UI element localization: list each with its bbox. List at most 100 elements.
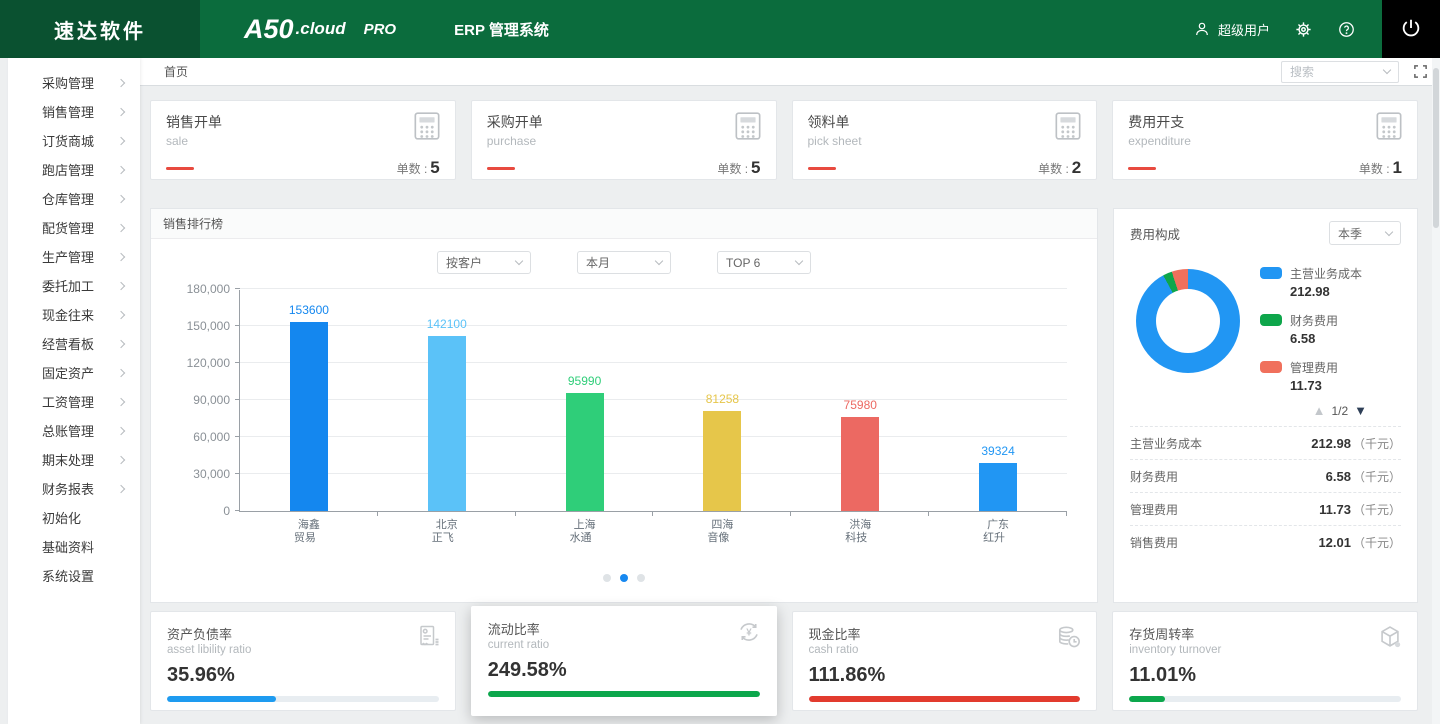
logo-box: 速达软件 xyxy=(0,0,200,58)
expense-row-label: 销售费用 xyxy=(1130,534,1178,551)
sidebar-item[interactable]: 委托加工 xyxy=(8,271,140,300)
sidebar-item[interactable]: 订货商城 xyxy=(8,126,140,155)
chevron-down-icon xyxy=(1385,227,1393,235)
x-axis-label: 上海水通 xyxy=(516,519,654,545)
count-label: 单数 : xyxy=(717,162,748,176)
kpi-subtitle: inventory turnover xyxy=(1129,644,1401,656)
bar[interactable] xyxy=(703,411,741,511)
pager-up-icon[interactable]: ▲ xyxy=(1313,403,1326,418)
sidebar-item-label: 期末处理 xyxy=(42,450,118,469)
count-value: 1 xyxy=(1393,158,1402,177)
accent-dash xyxy=(1128,167,1156,170)
sidebar-item[interactable]: 经营看板 xyxy=(8,329,140,358)
carousel-dot[interactable] xyxy=(603,574,611,582)
sidebar: 采购管理销售管理订货商城跑店管理仓库管理配货管理生产管理委托加工现金往来经营看板… xyxy=(8,58,140,724)
sidebar-item[interactable]: 仓库管理 xyxy=(8,184,140,213)
kpi-card[interactable]: 存货周转率inventory turnover11.01% xyxy=(1112,611,1418,711)
legend-value: 212.98 xyxy=(1290,284,1362,299)
expense-row-label: 主营业务成本 xyxy=(1130,435,1202,452)
bar-value-label: 95990 xyxy=(568,374,601,388)
logout-power-button[interactable] xyxy=(1382,0,1440,58)
x-axis-tick xyxy=(790,511,791,516)
sidebar-item[interactable]: 跑店管理 xyxy=(8,155,140,184)
system-title: ERP 管理系统 xyxy=(454,19,549,40)
sidebar-item-label: 财务报表 xyxy=(42,479,118,498)
sidebar-item-label: 委托加工 xyxy=(42,276,118,295)
sidebar-item[interactable]: 工资管理 xyxy=(8,387,140,416)
product-name: A50 xyxy=(244,14,294,45)
kpi-card[interactable]: 流动比率current ratio¥249.58% xyxy=(471,606,777,716)
bar[interactable] xyxy=(290,322,328,511)
x-axis-label: 北京正飞 xyxy=(378,519,516,545)
chevron-right-icon xyxy=(117,194,125,202)
chart-filter-select[interactable]: 本月 xyxy=(577,251,671,274)
chevron-right-icon xyxy=(117,368,125,376)
chevron-right-icon xyxy=(117,78,125,86)
sidebar-item[interactable]: 基础资料 xyxy=(8,532,140,561)
calculator-icon xyxy=(414,112,440,148)
kpi-progress xyxy=(1129,696,1401,702)
legend-swatch xyxy=(1260,267,1282,279)
bar[interactable] xyxy=(841,417,879,511)
chart-filter-select[interactable]: TOP 6 xyxy=(717,251,811,274)
dashboard: 销售开单sale单数 :5采购开单purchase单数 :5领料单pick sh… xyxy=(140,86,1440,724)
carousel-dot[interactable] xyxy=(637,574,645,582)
stat-card[interactable]: 采购开单purchase单数 :5 xyxy=(471,100,777,180)
sidebar-item[interactable]: 采购管理 xyxy=(8,68,140,97)
y-axis-label: 90,000 xyxy=(148,393,230,407)
sidebar-item-label: 跑店管理 xyxy=(42,160,118,179)
scrollbar-thumb[interactable] xyxy=(1433,68,1439,228)
stat-card[interactable]: 费用开支expenditure单数 :1 xyxy=(1112,100,1418,180)
expense-row-unit: （千元） xyxy=(1353,437,1401,451)
stat-card[interactable]: 销售开单sale单数 :5 xyxy=(150,100,456,180)
expense-row: 管理费用11.73（千元） xyxy=(1130,492,1401,525)
sidebar-item[interactable]: 配货管理 xyxy=(8,213,140,242)
legend-item: 主营业务成本212.98 xyxy=(1260,265,1362,299)
period-select[interactable]: 本季 xyxy=(1329,221,1401,245)
bar[interactable] xyxy=(979,463,1017,511)
sidebar-item[interactable]: 系统设置 xyxy=(8,561,140,590)
kpi-value: 249.58% xyxy=(488,659,760,682)
pager-down-icon[interactable]: ▼ xyxy=(1354,403,1367,418)
receipt-icon xyxy=(417,624,441,651)
expense-row-value: 6.58 xyxy=(1326,469,1351,484)
stat-card-subtitle: expenditure xyxy=(1128,134,1191,148)
kpi-card[interactable]: 现金比率cash ratio111.86% xyxy=(792,611,1098,711)
sidebar-item-label: 基础资料 xyxy=(42,537,124,556)
chevron-right-icon xyxy=(117,223,125,231)
sidebar-item[interactable]: 现金往来 xyxy=(8,300,140,329)
chart-filter-select[interactable]: 按客户 xyxy=(437,251,531,274)
y-axis-tick xyxy=(235,288,240,289)
tab-home[interactable]: 首页 xyxy=(164,63,188,80)
search-input[interactable]: 搜索 xyxy=(1281,61,1399,83)
bar-value-label: 153600 xyxy=(289,303,329,317)
kpi-card[interactable]: 资产负债率asset libility ratio35.96% xyxy=(150,611,456,711)
stat-card[interactable]: 领料单pick sheet单数 :2 xyxy=(792,100,1098,180)
chevron-right-icon xyxy=(117,107,125,115)
x-axis-label: 洪海科技 xyxy=(791,519,929,545)
bar[interactable] xyxy=(428,336,466,511)
legend-pager: ▲ 1/2 ▼ xyxy=(1130,403,1367,418)
sidebar-item[interactable]: 财务报表 xyxy=(8,474,140,503)
chevron-right-icon xyxy=(117,136,125,144)
sidebar-item[interactable]: 生产管理 xyxy=(8,242,140,271)
help-icon[interactable] xyxy=(1337,20,1356,39)
expense-row-value: 11.73 xyxy=(1319,502,1351,517)
count-value: 5 xyxy=(751,158,760,177)
sidebar-item-label: 现金往来 xyxy=(42,305,118,324)
gridline xyxy=(240,288,1067,289)
sidebar-item[interactable]: 销售管理 xyxy=(8,97,140,126)
page-scrollbar[interactable] xyxy=(1432,58,1440,724)
carousel-dot[interactable] xyxy=(620,574,628,582)
settings-gear-icon[interactable] xyxy=(1294,20,1313,39)
user-menu[interactable]: 超级用户 xyxy=(1193,20,1270,39)
stat-card-title: 采购开单 xyxy=(487,112,543,132)
fullscreen-icon[interactable] xyxy=(1413,64,1428,79)
sidebar-item[interactable]: 总账管理 xyxy=(8,416,140,445)
tab-bar: 首页 搜索 xyxy=(140,58,1440,86)
sidebar-item[interactable]: 初始化 xyxy=(8,503,140,532)
sidebar-item[interactable]: 固定资产 xyxy=(8,358,140,387)
bar[interactable] xyxy=(566,393,604,511)
sidebar-item[interactable]: 期末处理 xyxy=(8,445,140,474)
calculator-icon xyxy=(735,112,761,148)
